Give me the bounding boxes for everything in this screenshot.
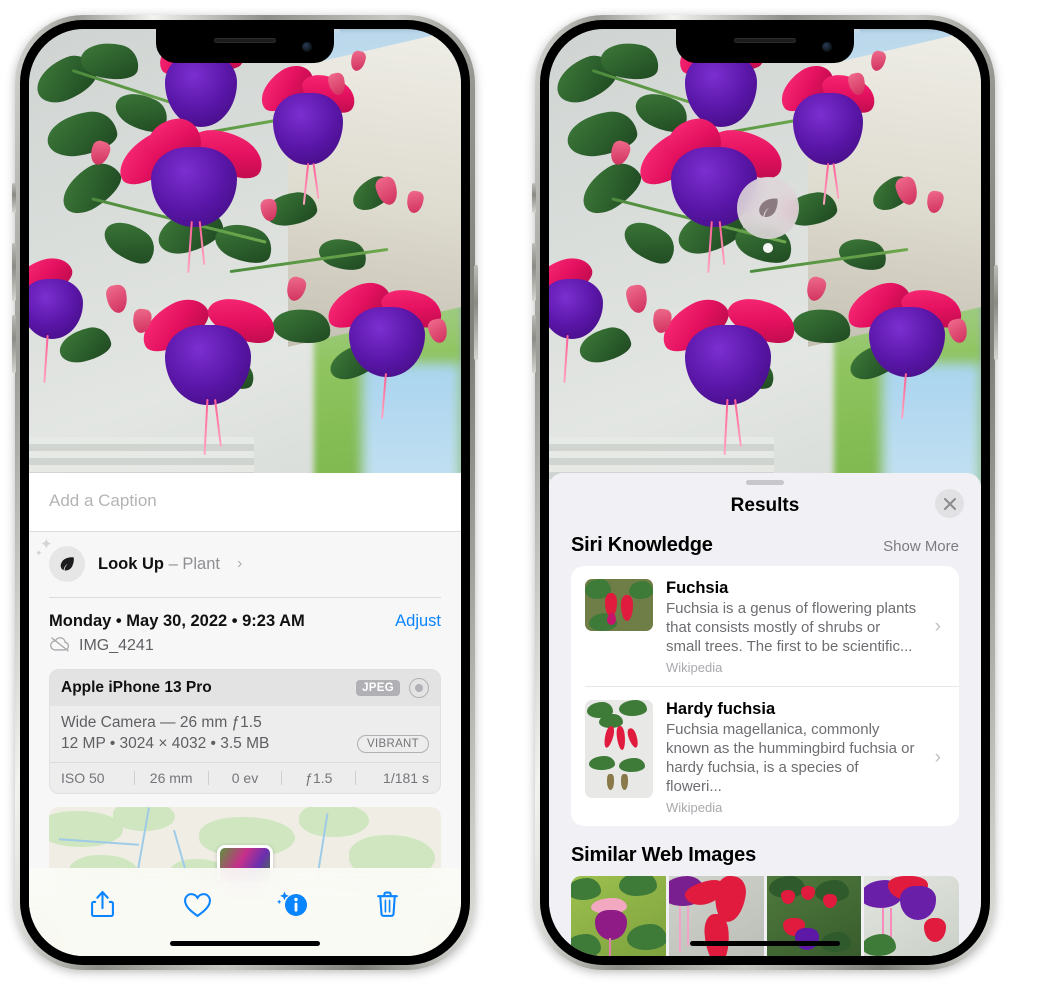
- look-up-label: Look Up – Plant: [98, 555, 220, 574]
- knowledge-title: Fuchsia: [666, 579, 729, 597]
- camera-card-body: Wide Camera — 26 mm ƒ1.5 12 MP • 3024 × …: [50, 705, 440, 762]
- exif-iso: ISO 50: [61, 769, 105, 786]
- visual-look-up-indicator-dot: [763, 243, 773, 253]
- knowledge-title: Hardy fuchsia: [666, 700, 776, 719]
- exif-ev: 0 ev: [231, 769, 259, 786]
- volume-down-button[interactable]: [12, 315, 16, 373]
- iphone-right: Results Siri Knowledge Show More Fuchsia…: [532, 15, 998, 970]
- chevron-right-icon: ›: [236, 555, 243, 572]
- camera-card-header: Apple iPhone 13 Pro JPEG: [50, 669, 440, 706]
- web-image-thumbnail[interactable]: [571, 876, 666, 956]
- camera-metadata-card: Apple iPhone 13 Pro JPEG Wide Camera — 2…: [49, 668, 441, 794]
- results-sheet: Results Siri Knowledge Show More Fuchsia…: [549, 473, 981, 956]
- side-power-button[interactable]: [474, 265, 478, 360]
- knowledge-body: Hardy fuchsia Fuchsia magellanica, commo…: [666, 700, 922, 815]
- look-up-title: Look Up: [98, 554, 164, 573]
- home-indicator[interactable]: [170, 941, 320, 946]
- close-icon[interactable]: [935, 489, 964, 518]
- caption-placeholder: Add a Caption: [49, 491, 157, 510]
- exif-focal: 26 mm: [149, 769, 193, 786]
- hdr-ring-icon: [409, 677, 429, 698]
- leaf-icon: [49, 546, 85, 582]
- knowledge-description: Fuchsia is a genus of flowering plants t…: [666, 600, 917, 656]
- file-name: IMG_4241: [79, 637, 154, 654]
- info-button[interactable]: [271, 884, 315, 924]
- date-row: Monday • May 30, 2022 • 9:23 AM Adjust: [29, 598, 461, 632]
- look-up-subject: Plant: [182, 554, 220, 573]
- adjust-button[interactable]: Adjust: [395, 612, 441, 631]
- earpiece-speaker: [734, 38, 796, 43]
- section-title: Similar Web Images: [571, 844, 756, 867]
- chevron-right-icon: ›: [934, 746, 941, 768]
- web-image-thumbnail[interactable]: [864, 876, 959, 956]
- screen-left: Add a Caption ✦ ✦ Look Up – Plant › Mond…: [29, 29, 461, 956]
- front-camera: [302, 42, 312, 52]
- visual-look-up-badge[interactable]: [737, 177, 799, 239]
- photo-datetime: Monday • May 30, 2022 • 9:23 AM: [49, 611, 305, 630]
- screen-right: Results Siri Knowledge Show More Fuchsia…: [549, 29, 981, 956]
- section-header-siri-knowledge: Siri Knowledge Show More: [549, 531, 981, 566]
- camera-model: Apple iPhone 13 Pro: [61, 678, 212, 696]
- side-power-button[interactable]: [994, 265, 998, 360]
- earpiece-speaker: [214, 38, 276, 43]
- knowledge-thumbnail: [585, 579, 653, 631]
- exif-shutter: 1/181 s: [383, 769, 429, 786]
- knowledge-source: Wikipedia: [666, 800, 723, 816]
- mute-switch[interactable]: [12, 183, 16, 213]
- file-row: IMG_4241: [29, 632, 461, 669]
- knowledge-thumbnail: [585, 700, 653, 799]
- format-badge: JPEG: [356, 679, 400, 696]
- volume-up-button[interactable]: [12, 243, 16, 301]
- exif-aperture: ƒ1.5: [305, 769, 333, 786]
- notch: [156, 29, 334, 63]
- knowledge-description: Fuchsia magellanica, commonly known as t…: [666, 721, 915, 796]
- volume-down-button[interactable]: [532, 315, 536, 373]
- lens-info: Wide Camera — 26 mm ƒ1.5: [61, 713, 262, 731]
- home-indicator[interactable]: [690, 941, 840, 946]
- phone-bezel-left: Add a Caption ✦ ✦ Look Up – Plant › Mond…: [20, 20, 470, 965]
- screenshot-stage: Add a Caption ✦ ✦ Look Up – Plant › Mond…: [0, 0, 1055, 985]
- chevron-right-icon: ›: [934, 616, 941, 638]
- sheet-header: Results: [549, 485, 981, 531]
- front-camera: [822, 42, 832, 52]
- notch: [676, 29, 854, 63]
- sparkle-small-icon: ✦: [35, 548, 43, 558]
- delete-button[interactable]: [366, 884, 410, 924]
- sheet-title: Results: [730, 495, 800, 516]
- photo-info-panel: Add a Caption ✦ ✦ Look Up – Plant › Mond…: [29, 473, 461, 956]
- knowledge-item-fuchsia[interactable]: Fuchsia Fuchsia is a genus of flowering …: [571, 566, 959, 686]
- favorite-button[interactable]: [176, 884, 220, 924]
- siri-knowledge-card: Fuchsia Fuchsia is a genus of flowering …: [571, 566, 959, 827]
- look-up-row[interactable]: ✦ ✦ Look Up – Plant ›: [29, 532, 461, 597]
- section-header-similar-web-images: Similar Web Images: [549, 826, 981, 876]
- cloud-slash-icon: [49, 636, 71, 657]
- show-more-button[interactable]: Show More: [883, 538, 959, 555]
- iphone-left: Add a Caption ✦ ✦ Look Up – Plant › Mond…: [12, 15, 478, 970]
- knowledge-body: Fuchsia Fuchsia is a genus of flowering …: [666, 579, 922, 675]
- phone-bezel-right: Results Siri Knowledge Show More Fuchsia…: [540, 20, 990, 965]
- look-up-separator: –: [168, 554, 178, 573]
- resolution-info: 12 MP • 3024 × 4032 • 3.5 MB: [61, 734, 270, 752]
- caption-field[interactable]: Add a Caption: [29, 473, 461, 532]
- exif-row: ISO 50 26 mm 0 ev ƒ1.5 1/181 s: [50, 761, 440, 793]
- knowledge-source: Wikipedia: [666, 660, 723, 676]
- knowledge-item-hardy-fuchsia[interactable]: Hardy fuchsia Fuchsia magellanica, commo…: [585, 686, 959, 826]
- photographic-style-badge: VIBRANT: [357, 734, 429, 753]
- section-title: Siri Knowledge: [571, 534, 713, 556]
- mute-switch[interactable]: [532, 183, 536, 213]
- volume-up-button[interactable]: [532, 243, 536, 301]
- look-up-icon-wrap: ✦ ✦: [35, 537, 85, 582]
- share-button[interactable]: [81, 884, 125, 924]
